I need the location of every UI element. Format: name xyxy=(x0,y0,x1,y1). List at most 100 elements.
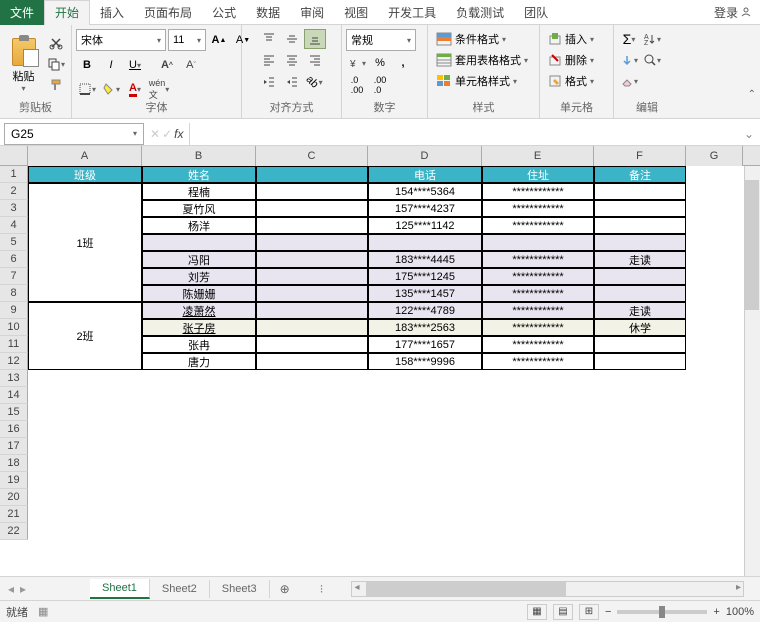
border-button[interactable]: ▾ xyxy=(76,79,98,99)
cell[interactable]: ************ xyxy=(482,217,594,234)
cell[interactable] xyxy=(256,183,368,200)
row-header[interactable]: 22 xyxy=(0,523,28,540)
align-top-button[interactable] xyxy=(258,29,280,49)
row-header[interactable]: 17 xyxy=(0,438,28,455)
cell[interactable]: 2班 xyxy=(28,302,142,370)
tab-data[interactable]: 数据 xyxy=(246,0,290,25)
row-header[interactable]: 10 xyxy=(0,319,28,336)
increase-font-button[interactable]: A▲ xyxy=(208,30,230,50)
cell[interactable] xyxy=(594,336,686,353)
cell[interactable]: ************ xyxy=(482,268,594,285)
cell[interactable]: 张子房 xyxy=(142,319,256,336)
cell[interactable]: ************ xyxy=(482,183,594,200)
cell[interactable] xyxy=(256,302,368,319)
conditional-format-button[interactable]: 条件格式▾ xyxy=(432,29,510,49)
tab-team[interactable]: 团队 xyxy=(514,0,558,25)
cell[interactable]: 走读 xyxy=(594,251,686,268)
column-header[interactable]: G xyxy=(686,146,743,166)
macro-record-icon[interactable]: ▦ xyxy=(38,605,48,618)
cell[interactable]: 休学 xyxy=(594,319,686,336)
sheet-tab-3[interactable]: Sheet3 xyxy=(210,580,270,598)
zoom-out-button[interactable]: − xyxy=(605,606,611,618)
row-header[interactable]: 19 xyxy=(0,472,28,489)
cell[interactable]: ************ xyxy=(482,251,594,268)
cell[interactable] xyxy=(256,285,368,302)
tab-layout[interactable]: 页面布局 xyxy=(134,0,202,25)
cell[interactable]: 凌萧然 xyxy=(142,302,256,319)
zoom-level[interactable]: 100% xyxy=(726,606,754,618)
phonetic-button[interactable]: wén文▾ xyxy=(148,79,170,99)
cell[interactable]: 冯阳 xyxy=(142,251,256,268)
cell[interactable]: 陈姗姗 xyxy=(142,285,256,302)
cell[interactable]: ************ xyxy=(482,285,594,302)
row-header[interactable]: 4 xyxy=(0,217,28,234)
find-button[interactable]: ▾ xyxy=(641,50,663,70)
cell[interactable] xyxy=(142,234,256,251)
table-format-button[interactable]: 套用表格格式▾ xyxy=(432,50,532,70)
column-header[interactable]: B xyxy=(142,146,256,166)
cell[interactable]: 住址 xyxy=(482,166,594,183)
cell[interactable]: 电话 xyxy=(368,166,482,183)
align-left-button[interactable] xyxy=(258,50,280,70)
cell[interactable] xyxy=(256,353,368,370)
column-header[interactable]: A xyxy=(28,146,142,166)
cell[interactable]: 158****9996 xyxy=(368,353,482,370)
column-header[interactable]: F xyxy=(594,146,686,166)
cell[interactable]: 177****1657 xyxy=(368,336,482,353)
fill-color-button[interactable]: ▾ xyxy=(100,79,122,99)
login-link[interactable]: 登录 xyxy=(706,4,760,21)
row-header[interactable]: 20 xyxy=(0,489,28,506)
cell[interactable] xyxy=(594,234,686,251)
row-header[interactable]: 2 xyxy=(0,183,28,200)
row-header[interactable]: 12 xyxy=(0,353,28,370)
page-layout-view-button[interactable]: ▤ xyxy=(553,604,573,620)
cell[interactable] xyxy=(594,353,686,370)
cell[interactable] xyxy=(594,217,686,234)
currency-button[interactable]: ¥▾ xyxy=(346,53,368,73)
row-header[interactable]: 15 xyxy=(0,404,28,421)
formula-input[interactable] xyxy=(189,123,737,145)
column-header[interactable]: E xyxy=(482,146,594,166)
cell[interactable] xyxy=(256,234,368,251)
cell[interactable] xyxy=(256,217,368,234)
tab-home[interactable]: 开始 xyxy=(44,0,90,25)
percent-button[interactable]: % xyxy=(369,53,391,73)
underline-button[interactable]: U▾ xyxy=(124,55,146,75)
tab-dev[interactable]: 开发工具 xyxy=(378,0,446,25)
cell[interactable] xyxy=(256,336,368,353)
row-header[interactable]: 3 xyxy=(0,200,28,217)
name-box[interactable]: G25▾ xyxy=(4,123,144,145)
cell[interactable]: 125****1142 xyxy=(368,217,482,234)
cancel-formula-button[interactable]: ✕ xyxy=(150,127,160,141)
increase-indent-button[interactable] xyxy=(281,72,303,92)
column-header[interactable]: C xyxy=(256,146,368,166)
decrease-decimal-button[interactable]: .00.0 xyxy=(369,75,391,95)
cell[interactable]: 183****4445 xyxy=(368,251,482,268)
expand-formula-bar-button[interactable]: ⌄ xyxy=(738,127,760,141)
vertical-scrollbar[interactable] xyxy=(744,166,760,576)
tab-load[interactable]: 负载测试 xyxy=(446,0,514,25)
orientation-button[interactable]: ab▾ xyxy=(304,72,326,92)
sort-filter-button[interactable]: AZ▾ xyxy=(641,29,663,49)
increase-font-button-2[interactable]: A^ xyxy=(156,55,178,75)
cell[interactable] xyxy=(482,234,594,251)
decrease-font-button-2[interactable]: Aˇ xyxy=(180,55,202,75)
cut-button[interactable] xyxy=(45,33,67,53)
row-header[interactable]: 1 xyxy=(0,166,28,183)
paste-button[interactable]: 粘贴 ▾ xyxy=(4,33,43,96)
row-header[interactable]: 21 xyxy=(0,506,28,523)
tab-formula[interactable]: 公式 xyxy=(202,0,246,25)
row-header[interactable]: 7 xyxy=(0,268,28,285)
cell[interactable] xyxy=(368,234,482,251)
align-right-button[interactable] xyxy=(304,50,326,70)
cell[interactable] xyxy=(256,268,368,285)
number-format-select[interactable]: 常规▾ xyxy=(346,29,416,51)
sheet-nav[interactable]: ◂▸ xyxy=(0,582,90,596)
font-size-select[interactable]: 11▾ xyxy=(168,29,206,51)
bold-button[interactable]: B xyxy=(76,55,98,75)
cell[interactable]: 157****4237 xyxy=(368,200,482,217)
copy-button[interactable]: ▾ xyxy=(45,54,67,74)
cell[interactable]: ************ xyxy=(482,319,594,336)
autosum-button[interactable]: Σ▾ xyxy=(618,29,640,49)
zoom-slider[interactable] xyxy=(617,610,707,614)
